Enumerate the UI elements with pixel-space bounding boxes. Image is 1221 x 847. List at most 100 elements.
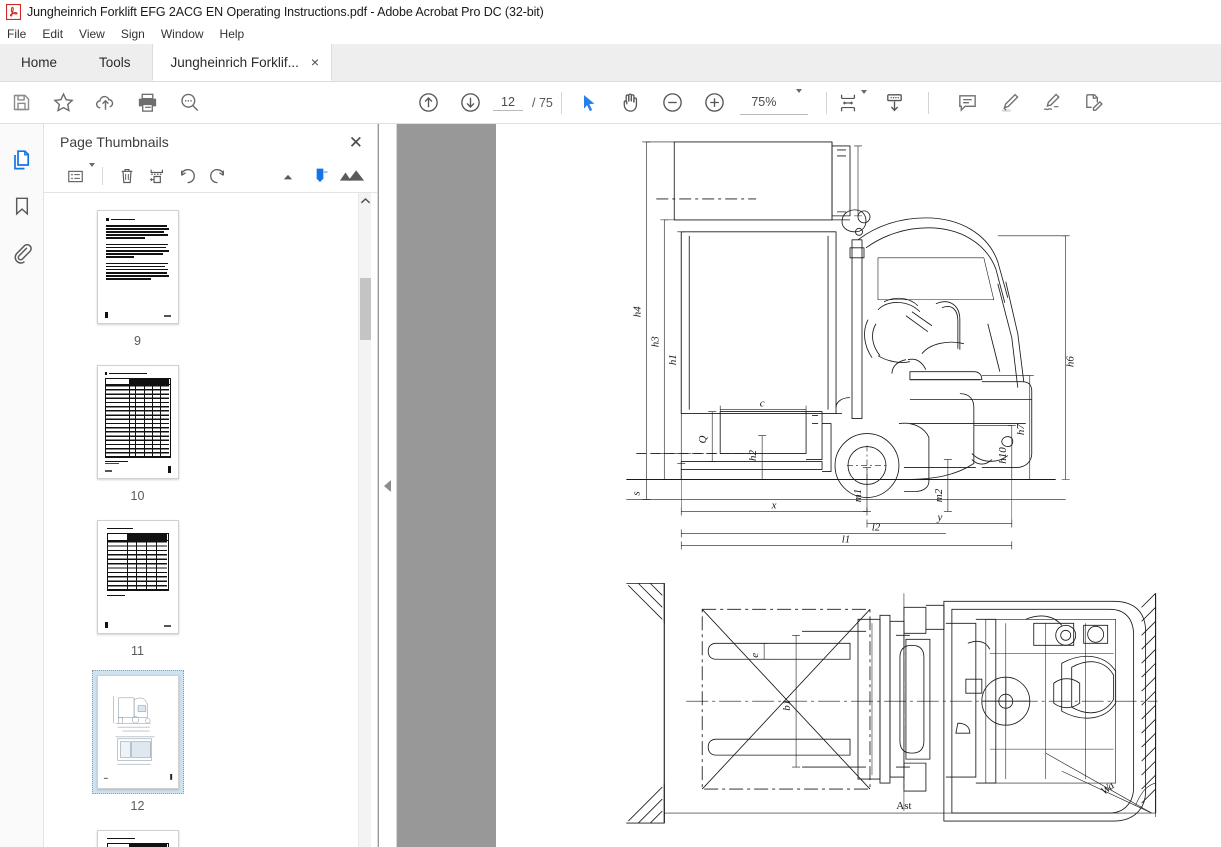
comment-icon[interactable] [947, 82, 989, 124]
save-icon[interactable] [0, 82, 42, 124]
organize-pages-icon[interactable] [1073, 82, 1115, 124]
thumbnails-scroll-area[interactable]: 9 10 11 12 [44, 193, 377, 847]
toolbar-tools-group: 75% [568, 82, 808, 124]
thumbnail-frame [92, 515, 184, 639]
thumbnail-page-9[interactable]: 9 [62, 205, 213, 348]
thumbnail-grid: 9 10 11 12 [44, 205, 358, 847]
dim-label-Q: Q [697, 436, 709, 444]
tab-tools[interactable]: Tools [78, 44, 152, 81]
dim-label-c: c [760, 398, 765, 410]
thumbnail-scrollbar[interactable] [358, 193, 371, 847]
pdf-document-icon [6, 3, 21, 20]
thumbnail-page-11[interactable]: 11 [62, 515, 213, 658]
toolbar-divider-1 [560, 91, 562, 114]
dim-label-s: s [630, 491, 642, 495]
menu-edit[interactable]: Edit [42, 27, 71, 41]
scroll-up-arrow-icon[interactable] [359, 193, 371, 208]
fit-page-icon[interactable] [833, 82, 863, 124]
scrollbar-thumb[interactable] [360, 278, 371, 340]
toolbar-annotation-group [947, 82, 1115, 124]
panel-toolbar-divider [102, 167, 103, 185]
body-region: Page Thumbnails ✕ 9 10 11 12 h4 h3 h1 c … [0, 124, 1221, 847]
page-thumbnails-panel: Page Thumbnails ✕ 9 10 11 12 [44, 124, 378, 847]
page-navigator: / 75 [493, 94, 553, 111]
thumbnail-page-12[interactable]: 12 [62, 670, 213, 813]
tab-home[interactable]: Home [0, 44, 79, 81]
chevron-down-icon[interactable] [795, 89, 802, 111]
zoom-in-circle-icon[interactable] [694, 82, 736, 124]
dim-label-h3: h3 [649, 336, 661, 347]
menu-sign[interactable]: Sign [121, 27, 153, 41]
page-thumbnails-icon[interactable] [5, 141, 39, 179]
tab-tools-label: Tools [99, 55, 131, 70]
menu-view[interactable]: View [79, 27, 113, 41]
rotate-counterclockwise-icon[interactable] [172, 161, 202, 191]
menu-file[interactable]: File [7, 27, 34, 41]
cloud-upload-icon[interactable] [84, 82, 126, 124]
zoom-level-select[interactable]: 75% [739, 89, 808, 115]
search-icon[interactable] [168, 82, 210, 124]
tab-document[interactable]: Jungheinrich Forklif... × [151, 44, 333, 81]
reduce-thumbnail-size-icon[interactable] [273, 161, 303, 191]
dim-label-b1: b1 [781, 700, 793, 711]
close-icon[interactable]: ✕ [349, 134, 363, 151]
menu-help[interactable]: Help [220, 27, 253, 41]
thumbnail-frame [92, 825, 184, 847]
dim-label-e: e [749, 653, 761, 658]
zoom-out-circle-icon[interactable] [652, 82, 694, 124]
tab-home-label: Home [21, 55, 58, 70]
chevron-left-icon [384, 479, 391, 492]
thumbnail-label: 10 [130, 489, 145, 503]
title-bar: Jungheinrich Forklift EFG 2ACG EN Operat… [0, 0, 1221, 23]
dim-label-h1: h1 [667, 354, 679, 365]
toolbar-navigation-group: / 75 [407, 82, 555, 124]
page-number-input[interactable] [493, 94, 523, 111]
dim-label-x: x [771, 499, 777, 511]
thumbnail-page-10[interactable]: 10 [62, 360, 213, 503]
dim-label-l2: l2 [872, 521, 881, 533]
dim-label-y: y [936, 511, 942, 523]
options-dropdown-caret[interactable] [89, 163, 95, 185]
window-title: Jungheinrich Forklift EFG 2ACG EN Operat… [27, 4, 544, 19]
highlight-icon[interactable] [989, 82, 1031, 124]
document-viewport[interactable]: h4 h3 h1 c Q h2 s m1 m2 x y l2 l1 h6 h7 … [378, 124, 1221, 847]
dim-label-h6: h6 [1065, 356, 1077, 367]
menu-window[interactable]: Window [161, 27, 212, 41]
toolbar-file-group [0, 82, 210, 124]
options-list-icon[interactable] [57, 161, 93, 191]
draw-signature-icon[interactable] [1031, 82, 1073, 124]
page-marker-icon[interactable] [305, 161, 335, 191]
cursor-arrow-icon[interactable] [568, 82, 610, 124]
tab-strip-filler [332, 44, 1221, 81]
thumbnail-frame-selected [91, 670, 184, 794]
enlarge-thumbnail-size-icon[interactable] [337, 161, 367, 191]
thumbnail-label: 9 [134, 334, 141, 348]
toolbar-view-group [833, 82, 916, 124]
delete-pages-icon[interactable] [112, 161, 142, 191]
bookmarks-icon[interactable] [5, 187, 39, 225]
print-icon[interactable] [126, 82, 168, 124]
dim-label-h10: h10 [997, 447, 1009, 464]
extract-pages-icon[interactable] [142, 161, 172, 191]
dim-label-Ast: Ast [896, 800, 911, 812]
dim-label-h4: h4 [631, 306, 643, 317]
thumbnail-frame [92, 360, 184, 484]
attachments-icon[interactable] [5, 233, 39, 271]
toolbar-divider-2 [825, 91, 827, 114]
rotate-clockwise-icon[interactable] [202, 161, 232, 191]
star-icon[interactable] [42, 82, 84, 124]
dim-label-h7: h7 [1015, 424, 1027, 435]
close-icon[interactable]: × [311, 55, 319, 69]
acrobat-window: Jungheinrich Forklift EFG 2ACG EN Operat… [0, 0, 1221, 847]
arrow-up-circle-icon[interactable] [407, 82, 449, 124]
collapse-panel-handle[interactable] [379, 124, 397, 847]
fit-page-dropdown-caret[interactable] [860, 89, 867, 112]
panel-header: Page Thumbnails ✕ [44, 124, 377, 160]
hand-icon[interactable] [610, 82, 652, 124]
thumbnail-page-13[interactable]: 13 [62, 825, 213, 847]
arrow-down-circle-icon[interactable] [449, 82, 491, 124]
page-scroll-icon[interactable] [874, 82, 916, 124]
tab-strip: Home Tools Jungheinrich Forklif... × [0, 44, 1221, 82]
page-preview [96, 520, 179, 634]
dim-label-h2: h2 [747, 450, 759, 461]
